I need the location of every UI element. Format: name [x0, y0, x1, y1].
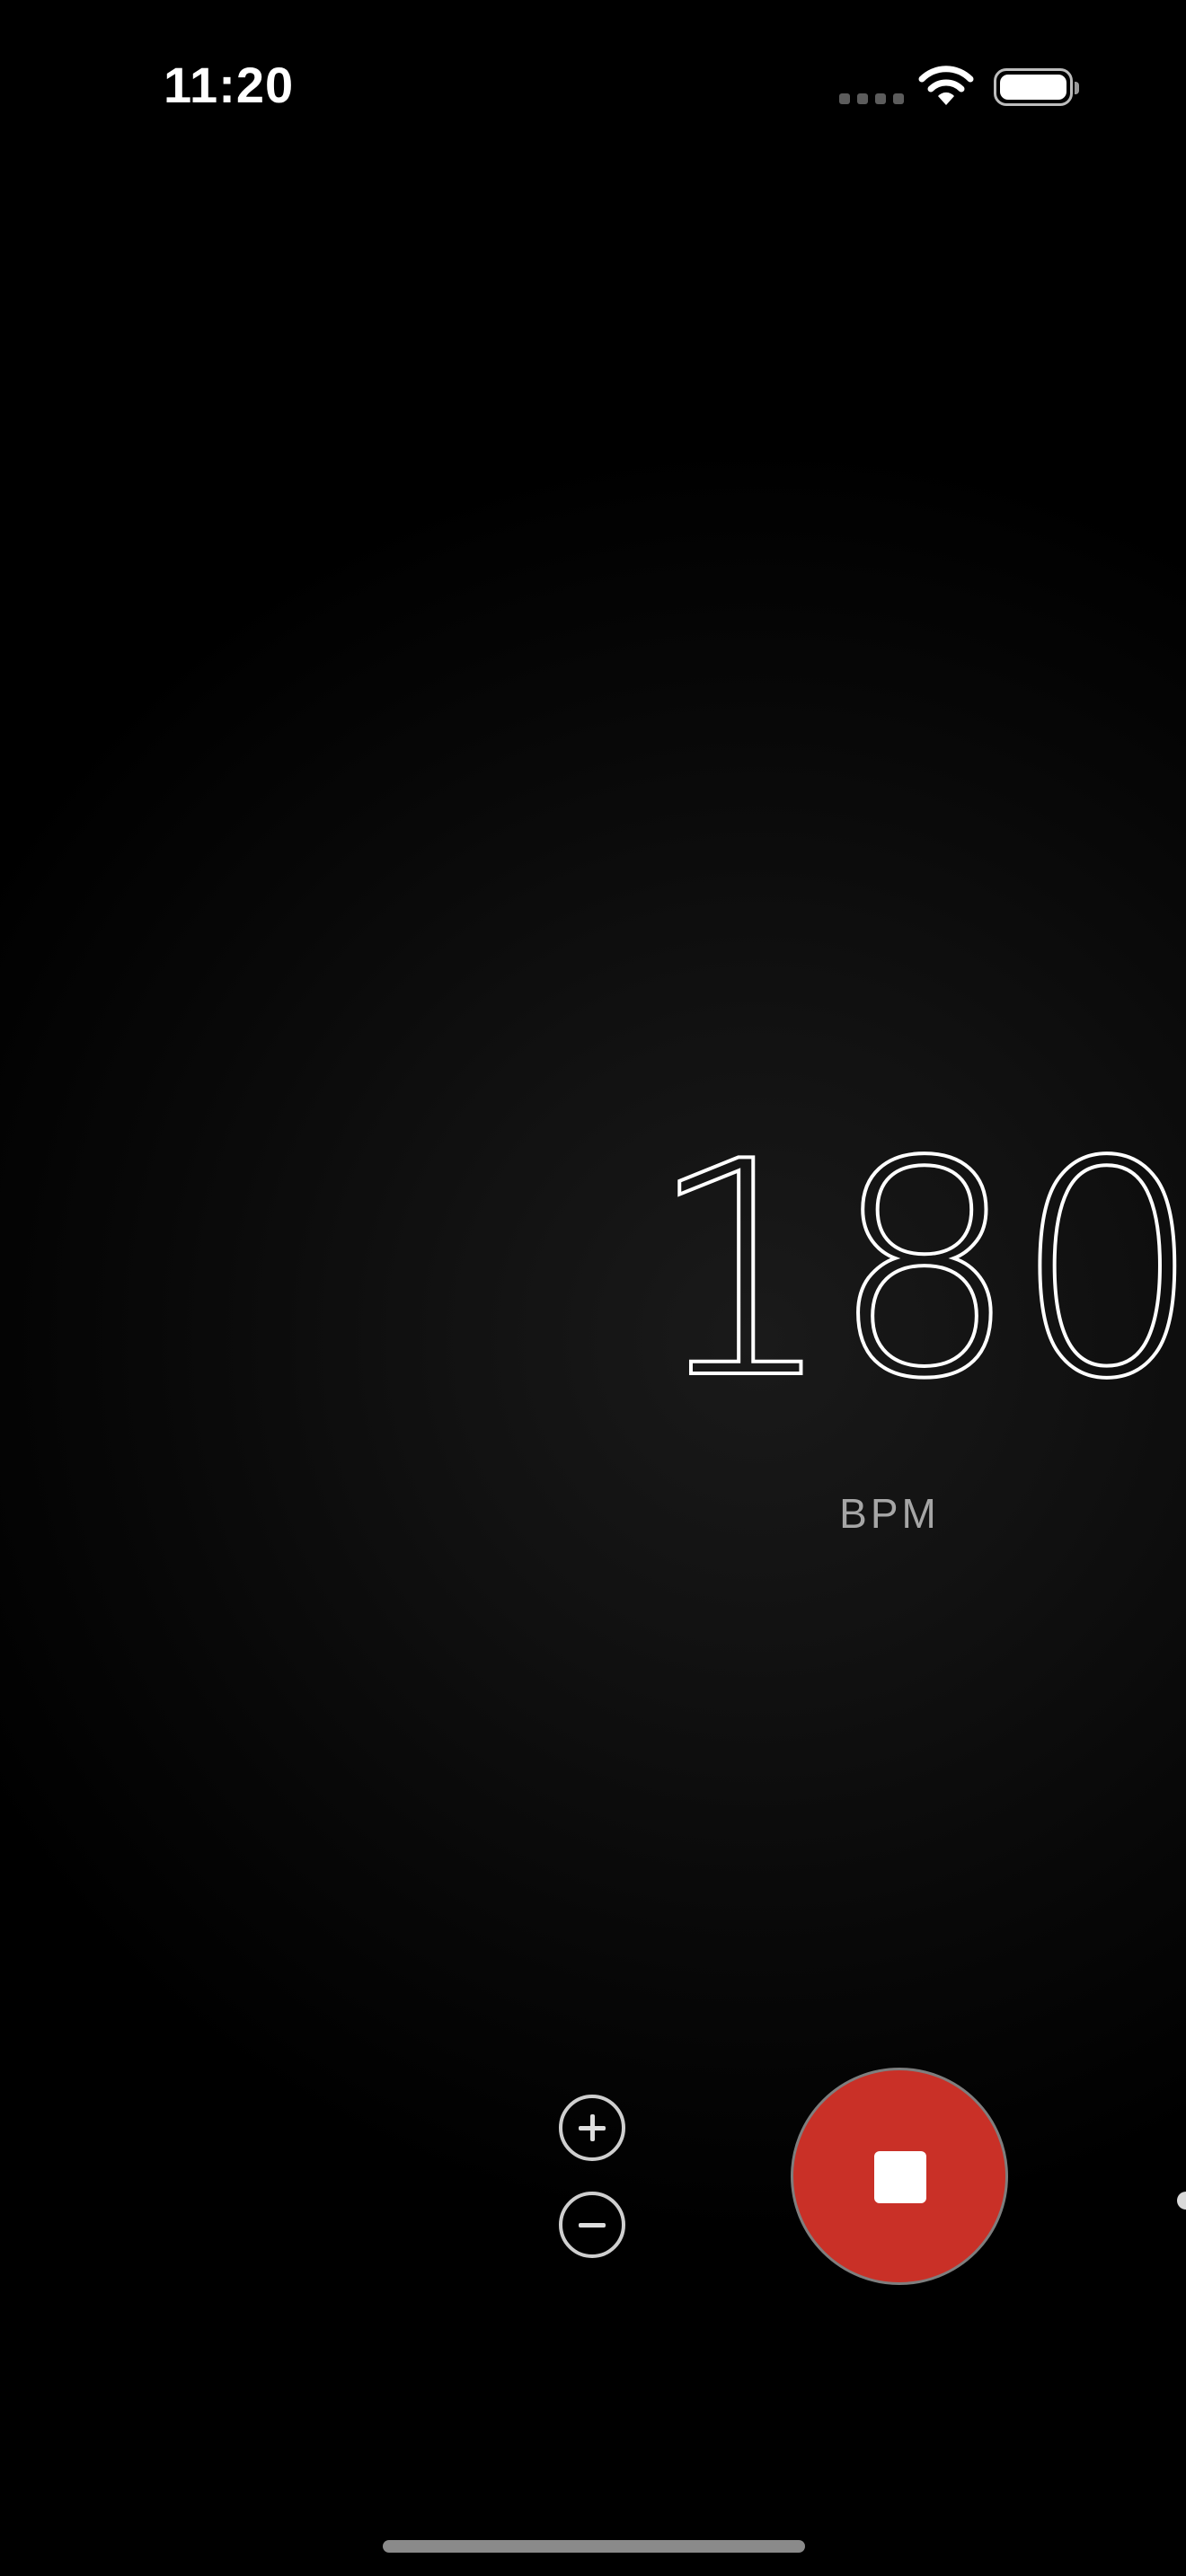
page-indicator-dot — [1177, 2192, 1186, 2210]
increase-tempo-button[interactable] — [559, 2095, 625, 2161]
cellular-signal-icon — [839, 93, 904, 104]
tempo-display[interactable]: 180 — [645, 1121, 1186, 1421]
home-indicator[interactable] — [383, 2540, 805, 2553]
battery-icon — [994, 68, 1079, 106]
decrease-tempo-button[interactable] — [559, 2192, 625, 2258]
wifi-icon — [918, 66, 974, 105]
status-time: 11:20 — [164, 57, 295, 113]
tempo-unit-label: BPM — [839, 1490, 940, 1537]
stop-button[interactable] — [791, 2068, 1008, 2285]
stop-icon — [874, 2151, 926, 2203]
metronome-screen: 11:20 180 BPM — [0, 0, 1186, 2576]
